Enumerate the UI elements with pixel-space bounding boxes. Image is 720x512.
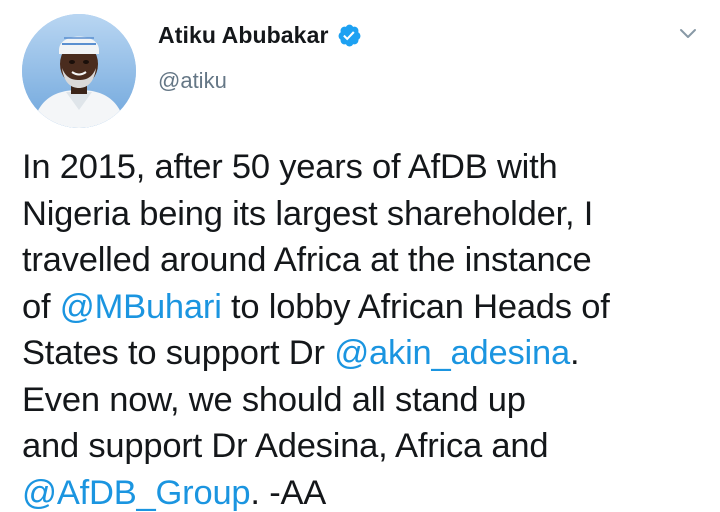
tweet-text-segment: . -AA <box>250 473 327 512</box>
mention-link[interactable]: @AfDB_Group <box>22 474 251 512</box>
tweet-line: In 2015, after 50 years of AfDB with <box>22 144 712 191</box>
tweet-text-segment: and support Dr Adesina, Africa and <box>22 427 549 465</box>
tweet-text-segment: to lobby African Heads of <box>221 287 610 326</box>
tweet-line: Nigeria being its largest shareholder, I <box>22 191 712 238</box>
verified-badge-icon <box>337 23 362 48</box>
tweet-line: Even now, we should all stand up <box>22 377 712 424</box>
tweet-text-segment: In 2015, after 50 years of AfDB with <box>22 148 558 186</box>
mention-link[interactable]: @MBuhari <box>60 288 222 326</box>
tweet-card: Atiku Abubakar @atiku In 2015, after 50 … <box>0 0 720 512</box>
mention-link[interactable]: @akin_adesina <box>334 334 570 372</box>
author-name-row[interactable]: Atiku Abubakar <box>158 22 362 49</box>
tweet-line: @AfDB_Group. -AA <box>22 470 712 512</box>
tweet-text-segment: travelled around Africa at the instance <box>22 241 592 279</box>
tweet-text-segment: . <box>569 334 580 372</box>
author-avatar[interactable] <box>22 14 136 128</box>
tweet-line: and support Dr Adesina, Africa and <box>22 423 712 470</box>
tweet-line: travelled around Africa at the instance <box>22 237 712 284</box>
tweet-text-segment: States to support Dr <box>22 334 335 372</box>
chevron-down-icon[interactable] <box>678 24 698 44</box>
tweet-line: of @MBuhari to lobby African Heads of <box>22 284 712 331</box>
tweet-text: In 2015, after 50 years of AfDB with Nige… <box>22 144 712 512</box>
tweet-text-segment: Even now, we should all stand up <box>22 380 526 419</box>
tweet-text-segment: of <box>22 287 60 326</box>
author-display-name[interactable]: Atiku Abubakar <box>158 22 329 49</box>
author-handle[interactable]: @atiku <box>158 68 227 94</box>
tweet-text-segment: Nigeria being its largest shareholder, I <box>22 194 594 233</box>
tweet-line: States to support Dr @akin_adesina. <box>22 330 712 377</box>
profile-photo <box>22 14 136 128</box>
